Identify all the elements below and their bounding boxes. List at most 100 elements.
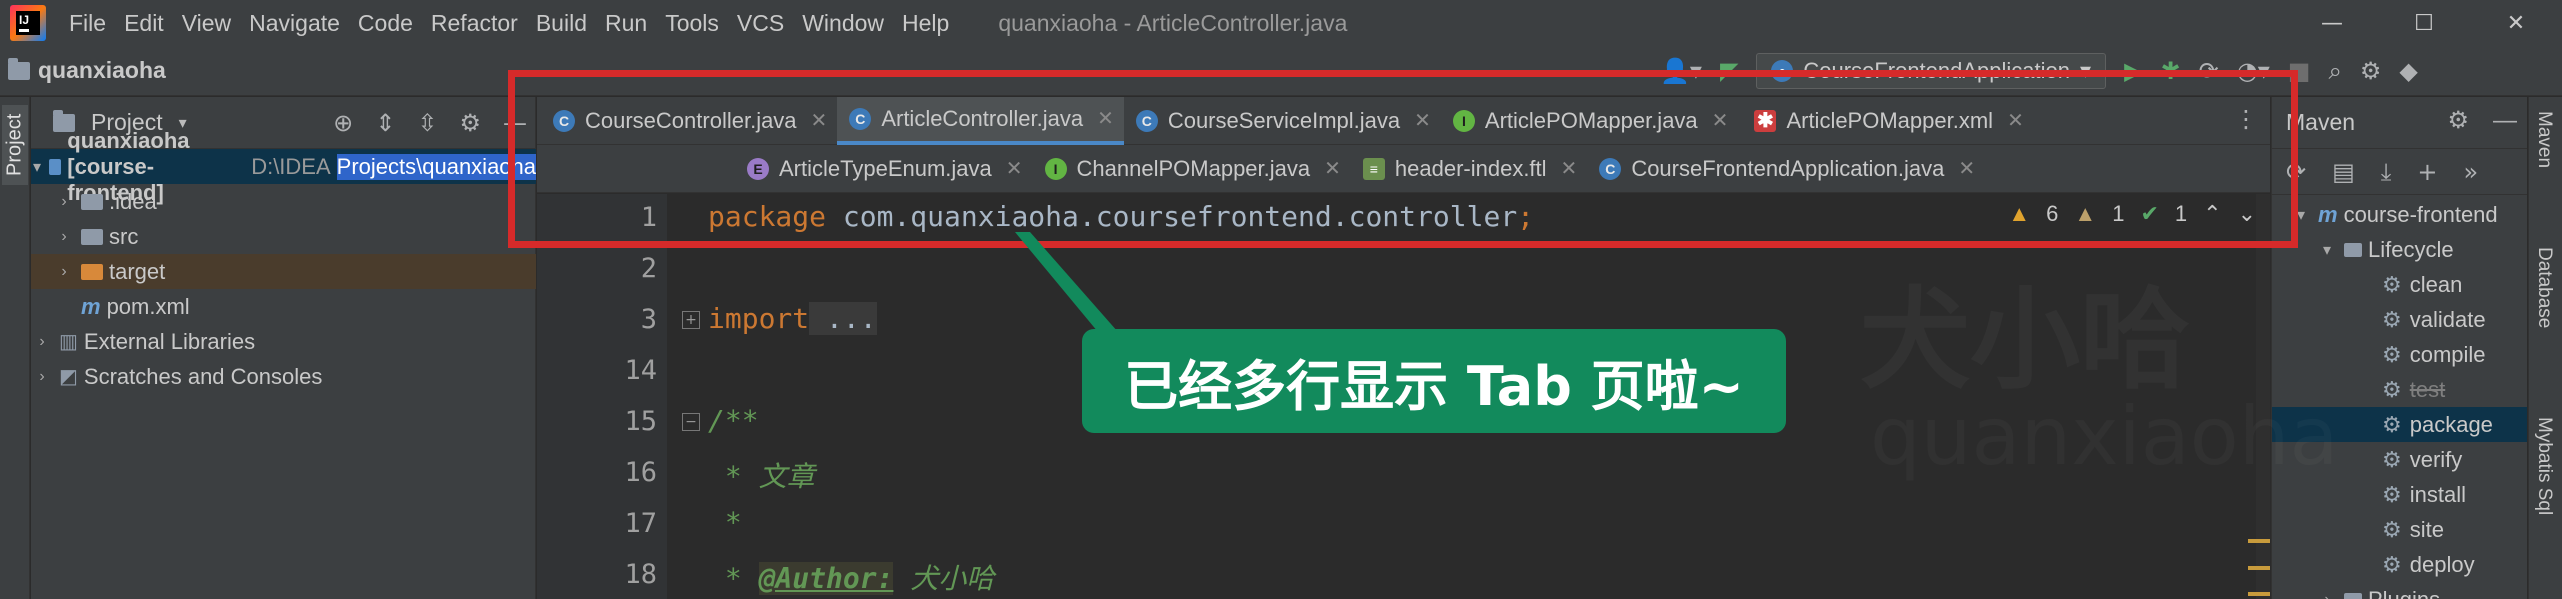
code-line-1[interactable]: package com.quanxiaoha.coursefrontend.co… [708,200,1534,233]
maven-plugins-item[interactable]: › Plugins [2272,582,2527,599]
project-tool-tab[interactable]: Project [2,105,28,185]
tab-coursefrontendapplication[interactable]: C CourseFrontendApplication.java ✕ [1587,145,1985,193]
maven-goal-compile[interactable]: ⚙ compile [2272,337,2527,372]
close-icon[interactable]: ✕ [811,108,828,133]
maven-goal-deploy[interactable]: ⚙ deploy [2272,547,2527,582]
inspection-widget[interactable]: ▲ 6 ▲ 1 ✔ 1 ⌃ ⌄ [2008,201,2256,227]
tree-item-target[interactable]: › target [31,254,536,289]
close-icon[interactable]: ✕ [1958,156,1975,181]
close-icon[interactable]: ✕ [1097,106,1114,131]
reload-icon[interactable]: ⟳ [2286,160,2306,184]
close-icon[interactable]: ✕ [1561,156,1578,181]
menu-help[interactable]: Help [893,10,958,37]
chevron-right-icon[interactable]: › [53,193,75,211]
chevron-right-icon[interactable]: › [53,263,75,281]
maven-goal-site[interactable]: ⚙ site [2272,512,2527,547]
breadcrumb[interactable]: quanxiaoha [8,57,166,84]
menu-build[interactable]: Build [527,10,596,37]
hide-icon[interactable]: — [503,111,527,135]
tab-articletypeenum[interactable]: E ArticleTypeEnum.java ✕ [537,145,1033,193]
profile-icon[interactable]: ◔▾ [2237,59,2270,83]
close-icon[interactable]: ✕ [1414,108,1431,133]
locate-icon[interactable]: ⊕ [333,111,353,135]
minimize-button[interactable]: — [2286,0,2378,46]
close-icon[interactable]: ✕ [1006,156,1023,181]
hide-icon[interactable]: — [2493,109,2517,133]
more-tabs-icon[interactable]: ⋮ [2234,107,2258,131]
maven-goal-validate[interactable]: ⚙ validate [2272,302,2527,337]
menu-run[interactable]: Run [596,10,656,37]
tab-courseserviceimpl[interactable]: C CourseServiceImpl.java ✕ [1124,97,1441,145]
menu-navigate[interactable]: Navigate [240,10,349,37]
run-icon[interactable]: ▶ [2124,59,2142,83]
tree-item-pom[interactable]: m pom.xml [31,289,536,324]
tree-item-project-root[interactable]: ▾ quanxiaoha [course-frontend] D:\IDEA P… [31,128,537,205]
code-line-17[interactable]: * [708,506,742,539]
build-hammer-icon[interactable]: ◤ [1720,59,1738,83]
tab-channelpomapper[interactable]: I ChannelPOMapper.java ✕ [1033,145,1351,193]
code-line-3[interactable]: import ... [708,302,877,335]
maven-project-item[interactable]: ▾ m course-frontend [2272,197,2527,232]
menu-view[interactable]: View [173,10,240,37]
maven-tool-tab[interactable]: Maven [2533,111,2555,168]
close-button[interactable]: ✕ [2470,0,2562,46]
tree-item-src[interactable]: › src [31,219,536,254]
menu-refactor[interactable]: Refactor [422,10,527,37]
coverage-icon[interactable]: ⟳ [2199,59,2219,83]
gear-icon[interactable]: ⚙ [459,111,481,135]
chevron-down-icon[interactable]: ▾ [2316,240,2338,260]
tree-item-external-libraries[interactable]: › ▥ External Libraries [31,324,536,359]
tree-item-scratches[interactable]: › ◩ Scratches and Consoles [31,359,536,394]
fold-toggle-icon[interactable]: − [682,413,700,431]
chevron-down-icon[interactable]: ▾ [2290,205,2312,225]
collapse-all-icon[interactable]: ⇳ [417,111,437,135]
error-stripe-mark[interactable] [2248,539,2270,543]
menu-file[interactable]: File [60,10,115,37]
generate-sources-icon[interactable]: ▤ [2332,160,2355,184]
database-tool-tab[interactable]: Database [2533,247,2555,328]
add-icon[interactable]: + [2417,160,2437,184]
fold-toggle-icon[interactable]: + [682,311,700,329]
menu-edit[interactable]: Edit [115,10,173,37]
download-icon[interactable]: ⤓ [2381,160,2392,184]
maximize-button[interactable]: ☐ [2378,0,2470,46]
gear-icon[interactable]: ⚙ [2447,109,2469,133]
tab-header-index[interactable]: ≡ header-index.ftl ✕ [1351,145,1587,193]
mybatis-sql-tool-tab[interactable]: Mybatis Sql [2533,417,2555,515]
code-line-18[interactable]: * @Author: 犬小哈 [708,557,994,597]
close-icon[interactable]: ✕ [2007,108,2024,133]
code-folded-imports[interactable]: ... [809,302,877,335]
plugin-icon[interactable]: ◆ [2399,59,2417,83]
chevron-right-icon[interactable]: › [31,368,53,386]
maven-goal-clean[interactable]: ⚙ clean [2272,267,2527,302]
menu-tools[interactable]: Tools [656,10,728,37]
chevron-up-icon[interactable]: ⌃ [2203,201,2221,227]
menu-code[interactable]: Code [349,10,422,37]
code-line-16[interactable]: * 文章 [708,455,815,495]
error-stripe-mark[interactable] [2248,566,2270,570]
tab-coursecontroller[interactable]: C CourseController.java ✕ [537,97,837,145]
chevron-down-icon[interactable]: ⌄ [2238,201,2256,227]
search-icon[interactable]: ⌕ [2328,59,2341,83]
chevron-right-icon[interactable]: › [2316,591,2338,599]
tab-articlecontroller[interactable]: C ArticleController.java ✕ [837,96,1124,145]
debug-icon[interactable]: ✱ [2161,59,2181,83]
chevron-right-icon[interactable]: › [53,228,75,246]
chevron-right-icon[interactable]: › [31,333,53,351]
stop-icon[interactable]: ■ [2288,59,2311,83]
close-icon[interactable]: ✕ [1324,156,1341,181]
maven-lifecycle-item[interactable]: ▾ Lifecycle [2272,232,2527,267]
tab-articlepomapper-java[interactable]: I ArticlePOMapper.java ✕ [1441,97,1739,145]
user-icon[interactable]: 👤▾ [1660,59,1702,83]
run-config-select[interactable]: ● CourseFrontendApplication ▾ [1756,53,2107,89]
menu-window[interactable]: Window [793,10,893,37]
code-line-15[interactable]: /** [708,404,759,437]
gear-icon[interactable]: ⚙ [2360,59,2382,83]
error-stripe-mark[interactable] [2248,592,2270,596]
chevron-down-icon[interactable]: ▾ [31,157,43,177]
expand-all-icon[interactable]: ⇕ [375,111,395,135]
close-icon[interactable]: ✕ [1712,108,1729,133]
tree-item-idea[interactable]: › .idea [31,184,536,219]
menu-vcs[interactable]: VCS [728,10,793,37]
more-icon[interactable]: » [2464,160,2479,184]
